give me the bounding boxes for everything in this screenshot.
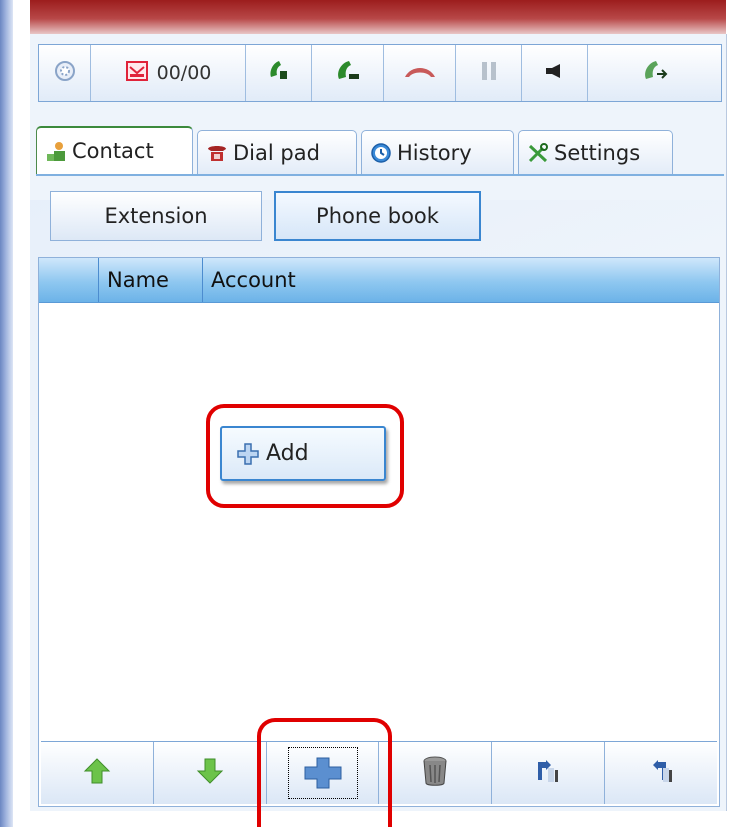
call-speaker-icon — [265, 57, 293, 89]
tab-dial-pad[interactable]: Dial pad — [197, 130, 357, 174]
tab-settings-label: Settings — [554, 140, 641, 165]
column-header-select[interactable] — [39, 258, 99, 302]
voicemail-button[interactable]: 00/00 — [91, 45, 246, 101]
move-up-button[interactable] — [41, 742, 154, 804]
call-mute-icon — [333, 57, 363, 89]
export-icon — [648, 758, 674, 788]
extension-button[interactable]: Extension — [50, 191, 262, 241]
move-down-icon — [196, 757, 224, 789]
speaker-icon — [544, 62, 566, 84]
window-left-edge — [0, 0, 13, 827]
pause-icon — [479, 60, 499, 86]
call-toolbar: 00/00 — [38, 44, 722, 102]
column-header-name[interactable]: Name — [99, 258, 203, 302]
tab-history[interactable]: History — [361, 130, 514, 174]
telephone-icon — [206, 143, 228, 163]
trash-icon — [421, 755, 449, 791]
hangup-button[interactable] — [384, 45, 456, 101]
move-up-icon — [83, 757, 111, 789]
tab-dial-pad-label: Dial pad — [233, 140, 320, 165]
import-contacts-button[interactable] — [492, 742, 606, 804]
list-header: Name Account — [39, 258, 719, 303]
phone-book-button[interactable]: Phone book — [274, 191, 481, 241]
answer-button[interactable] — [312, 45, 384, 101]
delete-contact-button[interactable] — [379, 742, 493, 804]
tab-settings[interactable]: Settings — [518, 130, 673, 174]
contact-person-icon — [45, 140, 67, 162]
call-transfer-icon — [640, 57, 670, 89]
answer-speaker-button[interactable] — [246, 45, 312, 101]
speaker-button[interactable] — [522, 45, 588, 101]
hangup-icon — [403, 61, 437, 85]
main-tabs: Contact Dial pad History Settings — [36, 126, 677, 174]
tools-icon — [527, 142, 549, 164]
tab-underline — [36, 174, 724, 176]
transfer-button[interactable] — [588, 45, 721, 101]
title-bar — [30, 0, 726, 34]
settings-gear-icon — [53, 59, 77, 87]
move-down-button[interactable] — [153, 742, 267, 804]
settings-button[interactable] — [39, 45, 91, 101]
hold-button[interactable] — [456, 45, 522, 101]
highlight-add-menu — [206, 404, 404, 508]
column-header-account[interactable]: Account — [203, 258, 719, 302]
voicemail-icon — [125, 59, 149, 87]
import-icon — [535, 758, 561, 788]
highlight-add-button — [257, 718, 392, 827]
tab-contact[interactable]: Contact — [36, 126, 193, 174]
tab-history-label: History — [397, 140, 472, 165]
clock-icon — [370, 142, 392, 164]
export-contacts-button[interactable] — [605, 742, 717, 804]
tab-contact-label: Contact — [72, 139, 154, 163]
message-counter: 00/00 — [156, 62, 212, 84]
